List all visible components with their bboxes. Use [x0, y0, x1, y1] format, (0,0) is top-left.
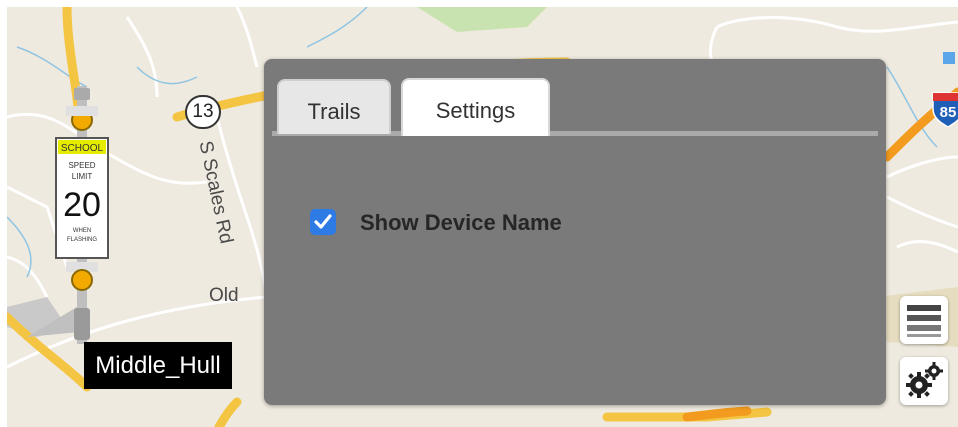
- sign-speed-value: 20: [63, 186, 101, 224]
- checkmark-icon: [314, 214, 332, 229]
- tab-trails[interactable]: Trails: [277, 79, 391, 134]
- layers-button[interactable]: [900, 296, 948, 344]
- map-settings-button[interactable]: [900, 357, 948, 405]
- school-speed-sign-marker[interactable]: SCHOOL SPEED LIMIT 20 WHEN FLASHING: [52, 86, 112, 344]
- show-device-name-label: Show Device Name: [360, 210, 562, 235]
- tab-settings[interactable]: Settings: [401, 78, 550, 136]
- sign-limit-text: LIMIT: [72, 172, 93, 181]
- device-name-label[interactable]: Middle_Hull: [84, 342, 232, 389]
- sign-speed-text: SPEED: [68, 161, 95, 170]
- sign-school-text: SCHOOL: [61, 143, 104, 154]
- show-device-name-checkbox[interactable]: [310, 209, 336, 235]
- settings-panel: Trails Settings Show Device Name: [264, 59, 886, 405]
- gears-icon: [906, 362, 943, 398]
- interstate-number: 85: [940, 104, 957, 121]
- street-label-old: Old: [209, 285, 239, 306]
- layers-icon: [907, 305, 941, 337]
- sign-when-text: WHEN: [73, 228, 91, 234]
- sign-flashing-text: FLASHING: [67, 237, 97, 243]
- route-13-shield: 13: [185, 95, 221, 129]
- interstate-85-shield: 85: [932, 92, 958, 127]
